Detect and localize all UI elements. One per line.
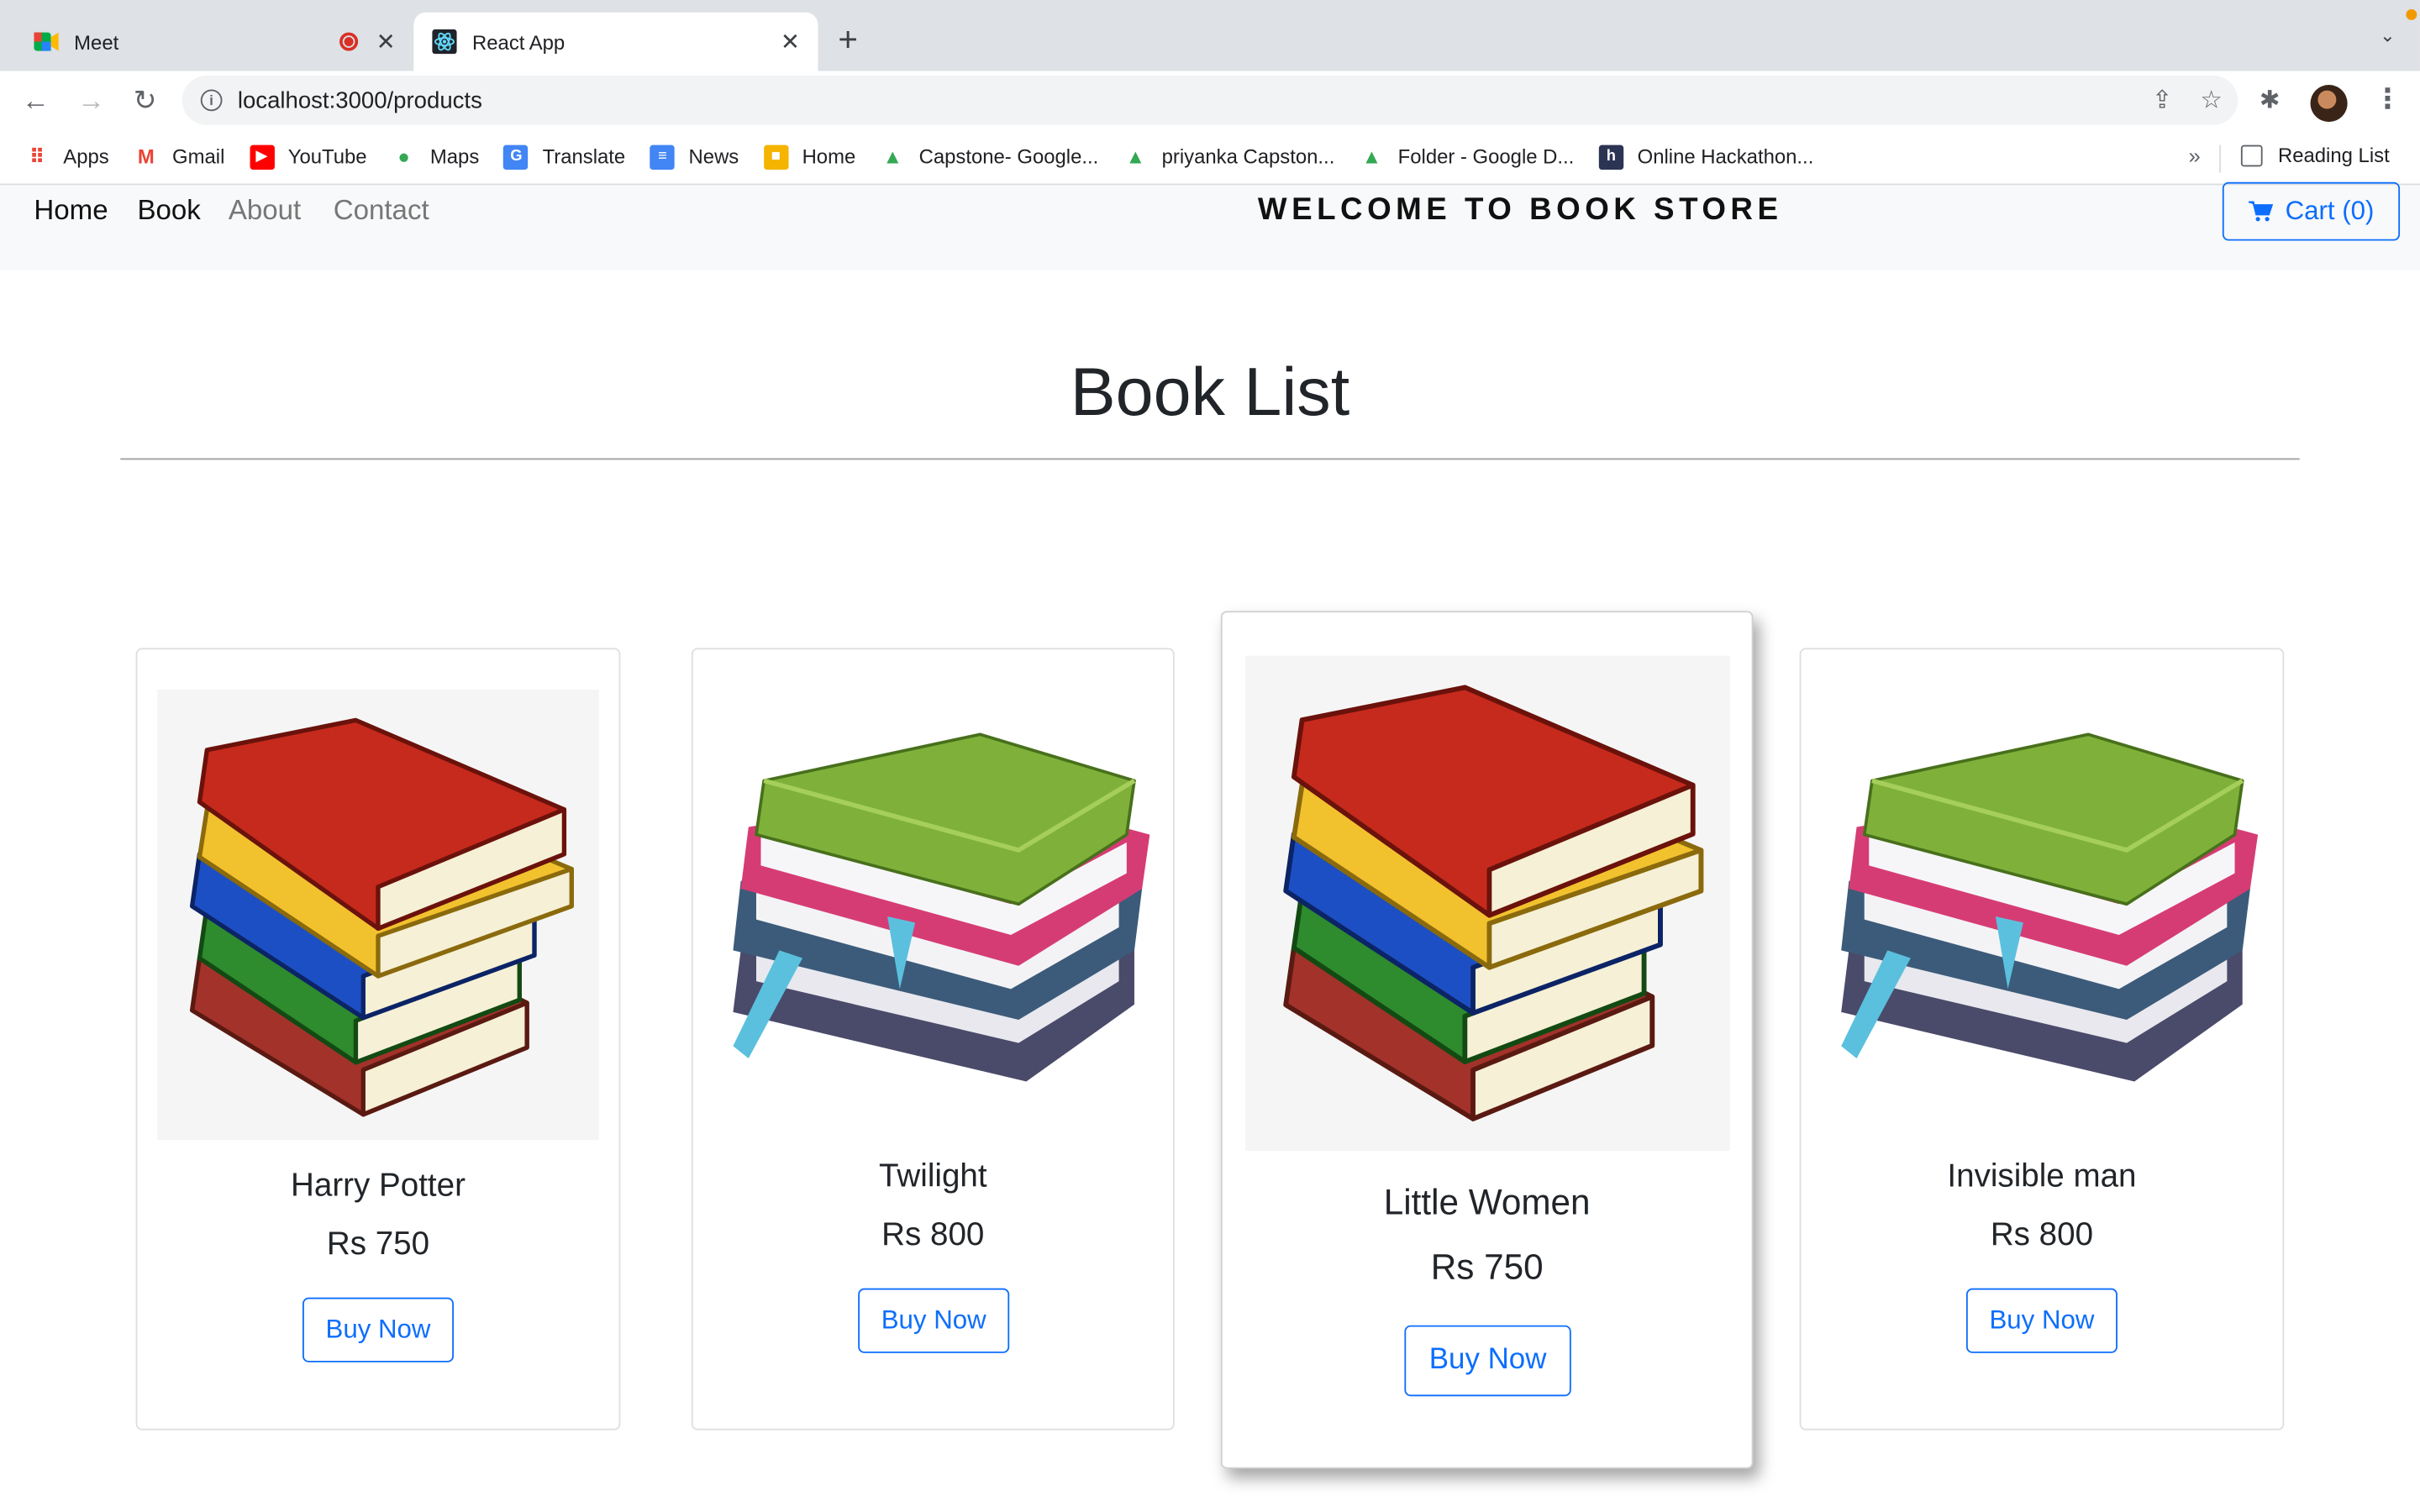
bookmark-label: Home: [802, 144, 856, 169]
address-bar[interactable]: i localhost:3000/products ⇪ ☆: [182, 75, 2238, 125]
bookmark-label: Gmail: [172, 144, 225, 169]
bookmark-label: Folder - Google D...: [1397, 144, 1575, 169]
book-stack-image: [1821, 711, 2263, 1113]
close-tab-icon[interactable]: ✕: [775, 26, 806, 57]
bookmarks-bar: ⠿ Apps M Gmail ▶ YouTube ● Maps G Translate ≡ News ■…: [0, 129, 2420, 186]
reading-list-label: Reading List: [2277, 143, 2390, 167]
bookmark-label: Online Hackathon...: [1637, 144, 1814, 169]
bookmark-label: priyanka Capston...: [1161, 144, 1335, 169]
extensions-puzzle-icon[interactable]: ✱: [2260, 85, 2281, 116]
google-news-icon: ≡: [650, 144, 676, 170]
bookmark-item[interactable]: ⠿ Apps: [24, 144, 109, 169]
shopping-cart-icon: [2248, 201, 2273, 222]
hackerearth-icon: h: [1598, 144, 1624, 170]
product-name: Invisible man: [1947, 1158, 2137, 1194]
tab-search-chevron-icon[interactable]: ⌄: [2380, 24, 2395, 46]
bookmark-label: Capstone- Google...: [918, 144, 1099, 169]
buy-now-button[interactable]: Buy Now: [1965, 1288, 2118, 1353]
forward-arrow-icon[interactable]: →: [71, 81, 111, 121]
gmail-icon: M: [137, 144, 155, 169]
bookmark-label: Translate: [542, 144, 626, 169]
product-card: Twilight Rs 800 Buy Now: [691, 648, 1175, 1431]
site-navbar: Home Book About Contact WELCOME TO BOOK …: [0, 181, 2420, 270]
reading-list-button[interactable]: Reading List: [2240, 143, 2390, 167]
reading-list-icon: [2240, 144, 2263, 166]
new-tab-icon[interactable]: +: [838, 21, 858, 59]
google-meet-icon: [34, 29, 59, 54]
nav-link-about[interactable]: About: [229, 194, 301, 227]
cart-label: Cart (0): [2285, 196, 2375, 226]
nav-link-book[interactable]: Book: [137, 194, 200, 227]
product-price: Rs 750: [1430, 1247, 1544, 1287]
tab-title: Meet: [74, 29, 119, 54]
buy-now-button[interactable]: Buy Now: [1404, 1325, 1571, 1397]
bookmark-label: News: [688, 144, 739, 169]
more-menu-icon[interactable]: ⋮: [2374, 83, 2402, 116]
product-price: Rs 800: [1990, 1217, 2094, 1253]
tab-react-app[interactable]: React App ✕: [413, 12, 818, 71]
recording-icon: [339, 32, 359, 51]
bookmark-label: Maps: [429, 144, 480, 169]
more-bookmarks-chevron[interactable]: »: [2188, 144, 2200, 168]
product-card: Invisible man Rs 800 Buy Now: [1799, 648, 2285, 1431]
product-card: Little Women Rs 750 Buy Now: [1220, 611, 1754, 1469]
bookmark-item[interactable]: ▲ Capstone- Google...: [881, 144, 1099, 169]
site-info-icon[interactable]: i: [200, 89, 223, 112]
nav-link-contact[interactable]: Contact: [334, 194, 429, 227]
react-logo-icon: [432, 29, 457, 55]
bookmarks-divider: [2219, 144, 2222, 173]
product-price: Rs 750: [326, 1226, 430, 1263]
product-price: Rs 800: [881, 1217, 985, 1253]
site-brand-title: WELCOME TO BOOK STORE: [1257, 192, 1783, 227]
product-name: Little Women: [1383, 1181, 1591, 1222]
page-title: Book List: [1070, 354, 1350, 431]
bookmark-item[interactable]: ● Maps: [392, 144, 479, 169]
tab-meet[interactable]: Meet ✕: [15, 13, 413, 71]
maps-pin-icon: ●: [397, 144, 410, 169]
book-stack-image: [713, 711, 1155, 1113]
package-icon: ■: [763, 144, 789, 170]
youtube-icon: ▶: [249, 144, 275, 170]
heading-divider: [120, 458, 2300, 460]
book-stack-image: [1245, 655, 1730, 1152]
bookmark-item[interactable]: ▶ YouTube: [249, 144, 367, 170]
bookmark-item[interactable]: M Gmail: [134, 144, 225, 169]
tab-strip: Meet ✕ React App ✕ + ⌄: [0, 0, 2420, 71]
buy-now-button[interactable]: Buy Now: [858, 1288, 1010, 1353]
product-name: Twilight: [878, 1158, 987, 1194]
book-stack-image: [157, 690, 599, 1141]
bookmark-label: YouTube: [287, 144, 367, 169]
bookmark-label: Apps: [63, 144, 109, 169]
back-arrow-icon[interactable]: ←: [15, 81, 55, 121]
drive-icon: ▲: [1125, 144, 1146, 169]
cart-button[interactable]: Cart (0): [2222, 181, 2401, 241]
reload-icon[interactable]: ↻: [125, 81, 166, 121]
bookmark-item[interactable]: ■ Home: [763, 144, 856, 170]
page-content: Home Book About Contact WELCOME TO BOOK …: [0, 181, 2420, 1512]
apps-grid-icon: ⠿: [29, 144, 45, 168]
browser-toolbar: ← → ↻ i localhost:3000/products ⇪ ☆ ✱ ⋮: [0, 71, 2420, 130]
bookmark-item[interactable]: ≡ News: [650, 144, 739, 170]
bookmark-item[interactable]: ▲ priyanka Capston...: [1123, 144, 1335, 169]
bookmark-item[interactable]: ▲ Folder - Google D...: [1360, 144, 1575, 169]
buy-now-button[interactable]: Buy Now: [302, 1297, 454, 1362]
drive-icon: ▲: [1361, 144, 1382, 169]
drive-icon: ▲: [882, 144, 903, 169]
close-tab-icon[interactable]: ✕: [371, 26, 402, 57]
bookmark-star-icon[interactable]: ☆: [2201, 85, 2223, 116]
bookmark-item[interactable]: G Translate: [503, 144, 626, 170]
product-card: Harry Potter Rs 750 Buy Now: [135, 648, 621, 1431]
tab-title: React App: [472, 29, 566, 54]
update-dot-icon: [2406, 9, 2417, 20]
url-text[interactable]: localhost:3000/products: [238, 87, 482, 113]
product-name: Harry Potter: [291, 1168, 466, 1204]
share-icon[interactable]: ⇪: [2152, 85, 2173, 116]
profile-avatar[interactable]: [2310, 85, 2348, 123]
translate-icon: G: [503, 144, 529, 170]
bookmark-item[interactable]: h Online Hackathon...: [1598, 144, 1814, 170]
nav-link-home[interactable]: Home: [34, 194, 108, 227]
